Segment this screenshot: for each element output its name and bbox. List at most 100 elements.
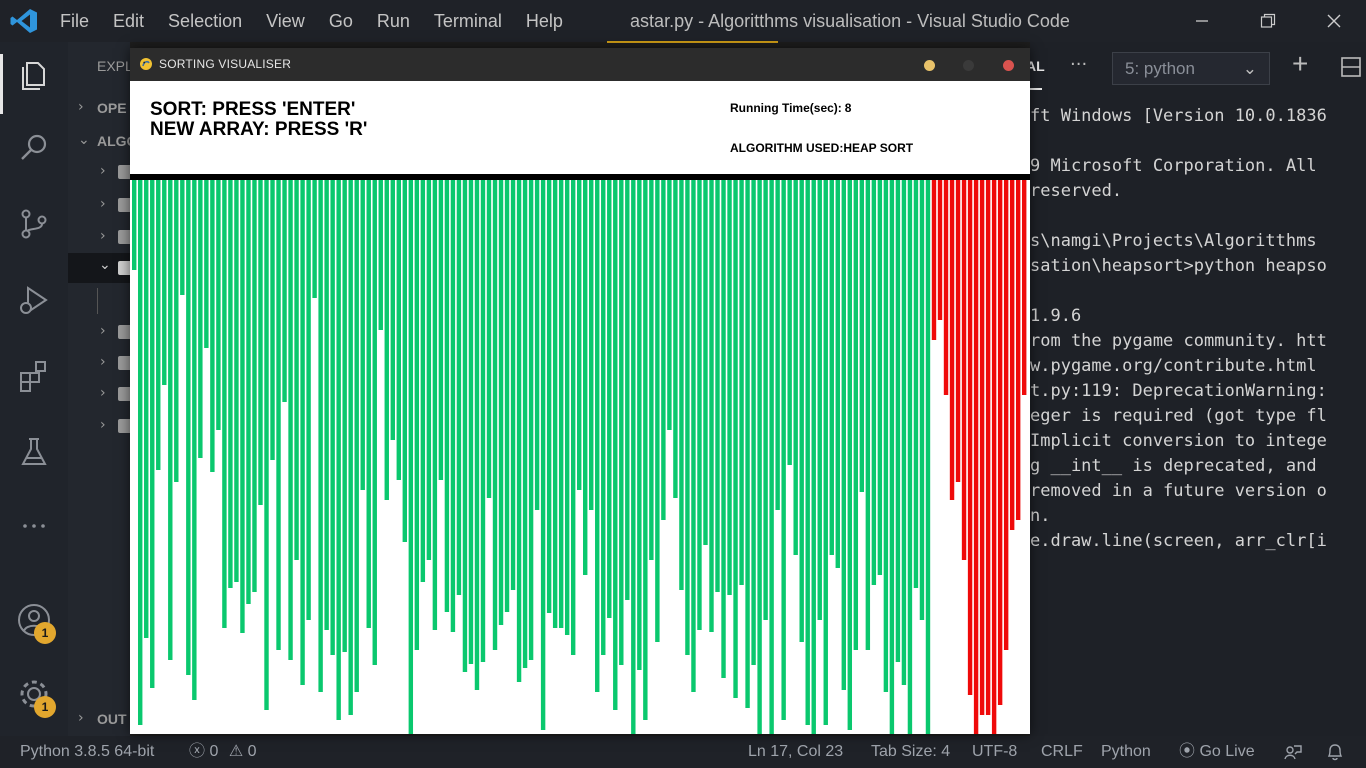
window-title: astar.py - Algoritthms visualisation - V… [630,11,1070,31]
line-ending[interactable]: CRLF [1041,736,1083,768]
array-bar [288,180,293,660]
array-bar [372,180,377,665]
array-bar [438,180,444,480]
array-bar [456,180,462,595]
language-mode[interactable]: Python [1101,736,1151,768]
folder-icon[interactable] [118,419,130,433]
algorithm-used: ALGORITHM USED:HEAP SORT [730,141,914,155]
menu-selection[interactable]: Selection [156,11,254,32]
array-bar [679,180,684,590]
folder-icon[interactable] [118,387,130,401]
menu-help[interactable]: Help [514,11,575,32]
open-editors-section[interactable]: › OPE [68,96,130,122]
array-bars-chart [132,180,1027,734]
python-interpreter[interactable]: Python 3.8.5 64-bit [20,736,154,768]
extensions-icon[interactable] [14,356,54,396]
go-live-button[interactable]: ⦿ Go Live [1179,736,1255,768]
terminal-select[interactable]: 5: python ⌄ [1112,52,1270,85]
array-bar [516,180,522,682]
minimize-button[interactable] [1172,0,1232,42]
running-time: Running Time(sec): 8 [730,101,852,115]
array-bar [889,180,895,734]
new-terminal-button[interactable]: + [1292,48,1308,80]
close-icon [1327,14,1341,28]
source-control-icon[interactable] [14,204,54,244]
array-bar [709,180,714,632]
array-bar [366,180,371,628]
array-bar [763,180,768,620]
more-icon[interactable] [14,506,54,546]
settings-badge: 1 [34,696,56,718]
array-bar [793,180,798,555]
folder-open-icon[interactable] [118,261,130,275]
array-bar [396,180,401,480]
folder-icon[interactable] [118,325,130,339]
array-bar [246,180,251,604]
chevron-down-icon: ⌄ [78,132,90,148]
pygame-close-dot[interactable] [1003,60,1014,71]
array-bar [1009,180,1015,530]
menu-run[interactable]: Run [365,11,422,32]
terminal-panel: AL ··· 5: python ⌄ + ft Windows [Version… [1026,42,1366,736]
tab-active-underline [1030,88,1042,90]
array-bar [1021,180,1027,395]
chevron-right-icon: › [78,99,84,115]
search-icon[interactable] [14,128,54,168]
cursor-position[interactable]: Ln 17, Col 23 [748,736,843,768]
problems-indicator[interactable]: ⓧ 0 ⚠ 0 [189,736,257,768]
chevron-right-icon: › [100,385,106,401]
array-bar [871,180,877,585]
testing-flask-icon[interactable] [14,432,54,472]
array-bar [192,180,197,700]
array-bar [799,180,804,642]
folder-icon[interactable] [118,356,130,370]
menu-view[interactable]: View [254,11,317,32]
array-bar [817,180,822,620]
array-bar [312,180,317,298]
split-terminal-icon[interactable] [1340,56,1362,78]
encoding[interactable]: UTF-8 [972,736,1017,768]
array-bar [685,180,690,655]
pygame-title-bar[interactable]: SORTING VISUALISER [130,48,1030,81]
chevron-right-icon: › [100,196,106,212]
pygame-maximize-dot[interactable] [963,60,974,71]
notifications-bell-icon[interactable] [1326,742,1344,762]
restore-button[interactable] [1238,0,1298,42]
more-actions-icon[interactable]: ··· [1070,54,1087,75]
folder-icon[interactable] [118,165,130,179]
array-bar [955,180,961,482]
array-bar [168,180,173,660]
terminal-line: Implicit conversion to intege [1030,431,1327,451]
array-bar [432,180,438,630]
folder-icon[interactable] [118,230,130,244]
array-bar [258,180,263,505]
chevron-down-icon: ⌄ [1242,59,1257,78]
folder-icon[interactable] [118,198,130,212]
array-bar [607,180,612,618]
pygame-minimize-dot[interactable] [924,60,935,71]
menu-go[interactable]: Go [317,11,365,32]
array-bar [907,180,913,734]
array-bar [805,180,810,725]
array-bar [384,180,389,500]
menu-edit[interactable]: Edit [101,11,156,32]
workspace-section[interactable]: ⌄ ALGO [68,129,130,155]
feedback-icon[interactable] [1283,742,1303,762]
array-bar [637,180,642,670]
array-bar [450,180,456,632]
array-bar [576,180,582,490]
array-bar [420,180,426,582]
outline-section[interactable]: › OUT [68,707,130,733]
menu-file[interactable]: File [48,11,101,32]
terminal-line: ft Windows [Version 10.0.1836 [1030,106,1327,126]
run-debug-icon[interactable] [14,280,54,320]
array-bar [721,180,726,678]
menu-terminal[interactable]: Terminal [422,11,514,32]
array-bar [306,180,311,620]
close-window-button[interactable] [1304,0,1364,42]
array-bar [979,180,985,715]
array-bar [613,180,618,710]
explorer-icon[interactable] [14,54,54,94]
array-bar [631,180,636,734]
tab-size[interactable]: Tab Size: 4 [871,736,950,768]
